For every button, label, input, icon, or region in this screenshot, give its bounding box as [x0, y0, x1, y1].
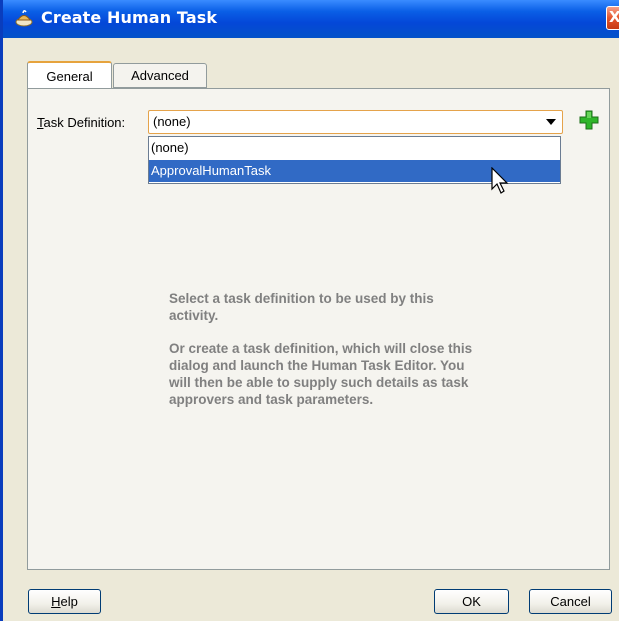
help-button-label: elp [60, 594, 78, 609]
info-text: Select a task definition to be used by t… [169, 290, 479, 424]
info-paragraph-create: Or create a task definition, which will … [169, 341, 473, 407]
task-definition-label-text: ask Definition: [43, 115, 126, 130]
help-button-mnemonic: H [51, 594, 61, 609]
dialog-title: Create Human Task [41, 8, 218, 27]
cancel-button[interactable]: Cancel [529, 589, 612, 614]
help-button[interactable]: Help [28, 589, 101, 614]
tab-general[interactable]: General [27, 61, 112, 88]
dialog-window: Create Human Task X General Advanced Tas… [0, 0, 619, 621]
tab-advanced[interactable]: Advanced [113, 63, 207, 88]
info-paragraph-select: Select a task definition to be used by t… [169, 291, 434, 323]
dropdown-option-none[interactable]: (none) [149, 137, 560, 159]
task-definition-combobox[interactable]: (none) [148, 110, 563, 134]
app-icon [15, 9, 33, 27]
plus-icon[interactable] [579, 110, 599, 130]
mouse-pointer-icon [491, 167, 509, 194]
close-button[interactable]: X [606, 6, 619, 30]
title-bar[interactable]: Create Human Task X [3, 0, 619, 38]
close-icon: X [609, 8, 619, 26]
ok-button[interactable]: OK [434, 589, 509, 614]
task-definition-selected-value: (none) [153, 114, 191, 129]
chevron-down-icon[interactable] [546, 119, 556, 125]
task-definition-label: Task Definition: [37, 115, 125, 130]
